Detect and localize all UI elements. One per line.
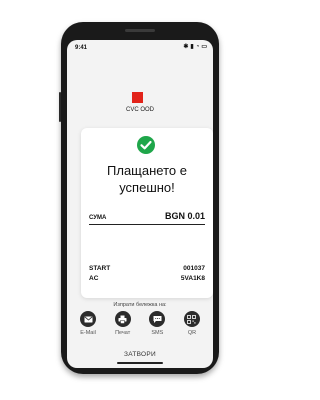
qr-button[interactable]: QR: [175, 311, 209, 336]
home-indicator: [117, 362, 163, 364]
result-title-line2: успешно!: [119, 180, 175, 195]
printer-icon: [114, 311, 131, 327]
bluetooth-icon: ✱: [183, 44, 189, 50]
send-email-button[interactable]: E-Mail: [71, 311, 105, 336]
merchant-logo: [132, 92, 143, 103]
detail-label: START: [89, 265, 111, 272]
detail-row-start: START 001037: [89, 265, 205, 272]
print-button[interactable]: Печат: [106, 311, 140, 336]
detail-value: 5VA1K8: [180, 275, 205, 282]
amount-row: СУМА BGN 0.01: [89, 211, 205, 221]
result-card: Плащането е успешно! СУМА BGN 0.01 START…: [81, 128, 213, 298]
close-button[interactable]: ЗАТВОРИ: [67, 351, 213, 358]
earpiece: [125, 29, 155, 32]
divider: [89, 224, 205, 225]
receipt-actions: E-Mail Печат SMS QR: [71, 311, 209, 336]
status-icons: ✱ ▮ ◔ ▭: [183, 44, 207, 50]
send-sms-button[interactable]: SMS: [140, 311, 174, 336]
result-title-line1: Плащането е: [107, 163, 187, 178]
action-label: Печат: [115, 330, 131, 336]
phone-frame: 9:41 ✱ ▮ ◔ ▭ CVC OOD Плащането е успешно…: [59, 22, 219, 374]
action-label: SMS: [151, 330, 164, 336]
action-label: E-Mail: [80, 330, 96, 336]
status-time: 9:41: [75, 45, 88, 51]
detail-label: AC: [89, 275, 99, 282]
mail-icon: [80, 311, 96, 327]
status-bar: 9:41 ✱ ▮ ◔ ▭: [67, 40, 213, 54]
detail-row-ac: AC 5VA1K8: [89, 275, 205, 282]
signal-icon: ▮: [190, 44, 194, 50]
qr-code-icon: [183, 311, 200, 327]
amount-value: BGN 0.01: [164, 211, 205, 221]
check-circle-icon: [137, 136, 155, 154]
wifi-icon: ◔: [195, 44, 200, 50]
amount-label: СУМА: [89, 215, 107, 221]
sms-icon: [149, 311, 166, 327]
result-title: Плащането е успешно!: [81, 162, 213, 196]
receipt-prompt: Изпрати бележка на:: [113, 302, 167, 308]
merchant-name: CVC OOD: [125, 107, 154, 113]
detail-value: 001037: [183, 265, 205, 272]
screen: 9:41 ✱ ▮ ◔ ▭ CVC OOD Плащането е успешно…: [67, 40, 213, 368]
action-label: QR: [187, 330, 197, 336]
battery-icon: ▭: [201, 44, 207, 50]
